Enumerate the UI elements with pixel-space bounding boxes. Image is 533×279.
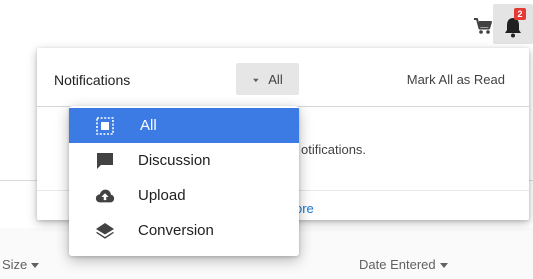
sort-caret-icon	[31, 257, 40, 272]
filter-option-discussion[interactable]: Discussion	[69, 143, 299, 178]
filter-option-conversion[interactable]: Conversion	[69, 213, 299, 248]
filter-option-label: Discussion	[138, 152, 211, 169]
caret-down-icon	[252, 72, 260, 87]
filter-option-label: Conversion	[138, 222, 214, 239]
notifications-panel-header: Notifications All Mark All as Read	[37, 48, 529, 106]
notification-filter-dropdown[interactable]: All	[236, 63, 299, 95]
notification-filter-menu: All Discussion Upload Conversion	[69, 106, 299, 256]
notification-count-badge: 2	[514, 8, 526, 20]
date-entered-column-header[interactable]: Date Entered	[359, 257, 448, 272]
size-column-label: Size	[2, 257, 28, 272]
size-column-header[interactable]: Size	[2, 257, 40, 272]
cloud-upload-icon	[95, 187, 115, 205]
notifications-title: Notifications	[54, 72, 131, 88]
filter-option-upload[interactable]: Upload	[69, 178, 299, 213]
notifications-button[interactable]: 2	[493, 4, 533, 44]
filter-selected-label: All	[268, 71, 283, 87]
shopping-cart-icon	[473, 17, 493, 40]
empty-message-text: otifications.	[301, 142, 367, 157]
filter-option-label: Upload	[138, 187, 186, 204]
all-items-icon	[95, 117, 115, 135]
filter-option-label: All	[140, 117, 157, 134]
date-entered-column-label: Date Entered	[359, 257, 436, 272]
layers-icon	[95, 222, 115, 240]
sort-caret-icon	[439, 257, 448, 272]
mark-all-read-button[interactable]: Mark All as Read	[407, 72, 505, 87]
top-bar: 2	[0, 0, 533, 48]
filter-option-all[interactable]: All	[69, 108, 299, 143]
chat-bubble-icon	[95, 152, 115, 170]
